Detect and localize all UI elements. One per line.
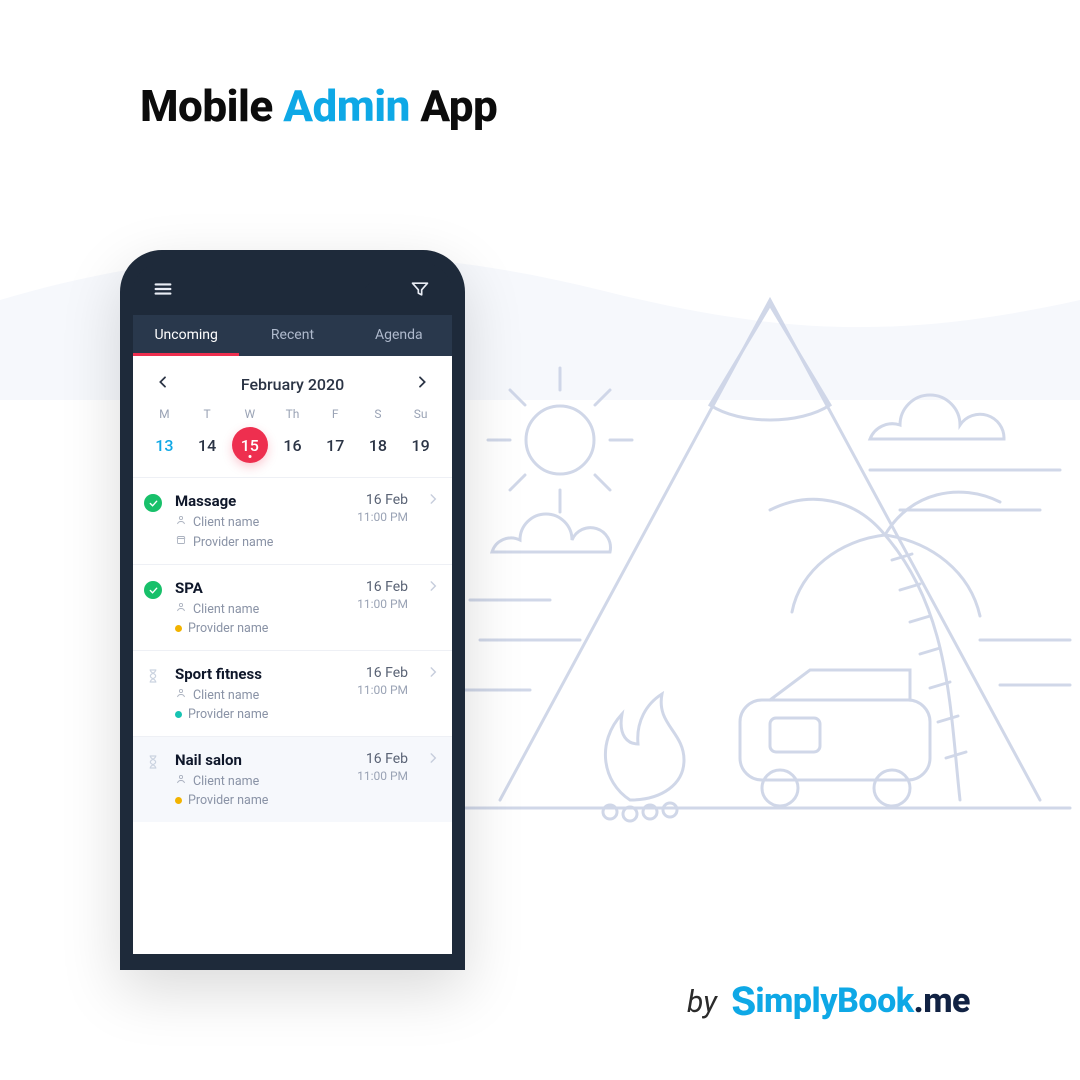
chevron-right-icon [420,492,440,506]
logo-me: me [923,981,970,1021]
tabs: UncomingRecentAgenda [133,315,452,356]
booking-title: Massage [175,492,345,510]
booking-datetime: 16 Feb11:00 PM [357,579,408,611]
page-title-post: App [410,80,497,132]
booking-datetime: 16 Feb11:00 PM [357,751,408,783]
chevron-right-icon [420,665,440,679]
booking-row[interactable]: Nail salon Client name Provider name 16 Feb… [133,736,452,822]
prev-month-button[interactable] [149,370,177,399]
check-icon [144,494,162,512]
by-label: by [687,985,717,1020]
booking-title: Nail salon [175,751,345,769]
brand-footer: by SimplyBook.me [687,975,970,1022]
weekday-label: Th [271,407,314,421]
brand-logo: SimplyBook.me [731,975,970,1022]
page-title: Mobile Admin App [140,80,497,132]
tab-agenda[interactable]: Agenda [346,315,452,356]
tab-recent[interactable]: Recent [239,315,345,356]
booking-title: Sport fitness [175,665,345,683]
chevron-right-icon [420,751,440,765]
booking-list: Massage Client name Provider name 16 Feb11:… [133,477,452,822]
booking-client: Client name [175,773,345,789]
booking-provider: Provider name [175,621,345,636]
date-row: 13141516171819 [133,421,452,477]
panel: February 2020 MTWThFSSu 13141516171819 M… [133,356,452,954]
menu-button[interactable] [149,275,177,303]
user-icon [175,773,187,789]
user-icon [175,514,187,530]
app-topbar [133,263,452,315]
provider-dot [175,711,182,718]
next-month-button[interactable] [408,370,436,399]
hourglass-icon [145,667,161,689]
date-cell[interactable]: 19 [399,425,442,465]
logo-s: S [729,977,757,1026]
logo-dot: . [914,981,924,1021]
weekday-label: Su [399,407,442,421]
booking-row[interactable]: Sport fitness Client name Provider name 16 … [133,650,452,736]
booking-client: Client name [175,687,345,703]
tab-uncoming[interactable]: Uncoming [133,315,239,356]
booking-provider: Provider name [175,534,345,550]
date-cell[interactable]: 15 [228,425,271,465]
booking-client: Client name [175,514,345,530]
hourglass-icon [145,753,161,775]
month-nav: February 2020 [133,356,452,403]
filter-button[interactable] [406,275,434,303]
weekday-label: S [357,407,400,421]
booking-datetime: 16 Feb11:00 PM [357,665,408,697]
booking-datetime: 16 Feb11:00 PM [357,492,408,524]
user-icon [175,601,187,617]
booking-title: SPA [175,579,345,597]
weekday-label: W [228,407,271,421]
date-cell[interactable]: 17 [314,425,357,465]
page-title-pre: Mobile [140,80,283,132]
date-cell[interactable]: 18 [357,425,400,465]
date-cell[interactable]: 16 [271,425,314,465]
month-label: February 2020 [241,375,344,394]
logo-word: implyBook [755,981,913,1021]
weekday-label: M [143,407,186,421]
page-title-accent: Admin [283,80,410,132]
weekday-label: T [186,407,229,421]
date-cell[interactable]: 14 [186,425,229,465]
weekday-row: MTWThFSSu [133,403,452,421]
booking-provider: Provider name [175,793,345,808]
phone-frame: UncomingRecentAgenda February 2020 MTWTh… [120,250,465,970]
booking-client: Client name [175,601,345,617]
weekday-label: F [314,407,357,421]
provider-dot [175,797,182,804]
shop-icon [175,534,187,550]
booking-row[interactable]: Massage Client name Provider name 16 Feb11:… [133,477,452,564]
chevron-right-icon [420,579,440,593]
provider-dot [175,625,182,632]
check-icon [144,581,162,599]
user-icon [175,687,187,703]
booking-row[interactable]: SPA Client name Provider name 16 Feb11:00 P… [133,564,452,650]
date-cell[interactable]: 13 [143,425,186,465]
background-lineart [440,240,1080,880]
booking-provider: Provider name [175,707,345,722]
